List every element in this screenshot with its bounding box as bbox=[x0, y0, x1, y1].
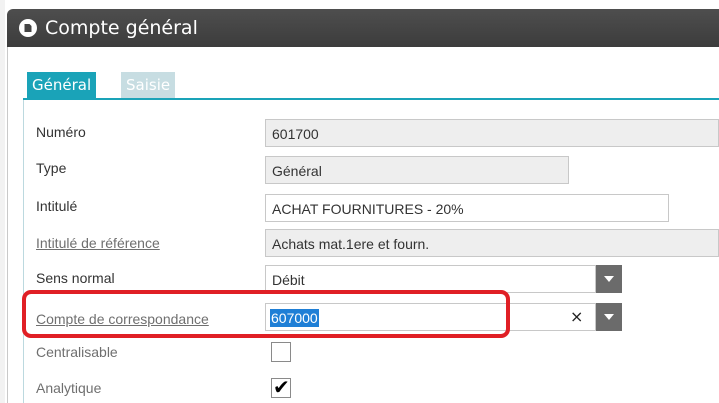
tab-saisie[interactable]: Saisie bbox=[121, 72, 176, 98]
intitule-reference-field[interactable]: Achats mat.1ere et fourn. bbox=[265, 229, 719, 257]
left-gutter bbox=[0, 0, 5, 403]
numero-label: Numéro bbox=[36, 124, 86, 140]
sens-normal-select[interactable]: Débit bbox=[265, 265, 596, 293]
compte-correspondance-dropdown-icon[interactable] bbox=[596, 303, 622, 331]
window-title: Compte général bbox=[45, 17, 198, 39]
red-highlight-box bbox=[22, 290, 510, 338]
analytique-checkbox[interactable]: ✔ bbox=[271, 375, 291, 399]
numero-field[interactable]: 601700 bbox=[265, 119, 719, 147]
window-titlebar: Compte général bbox=[7, 9, 719, 47]
centralisable-label: Centralisable bbox=[36, 344, 118, 360]
intitule-reference-link[interactable]: Intitulé de référence bbox=[36, 235, 160, 251]
check-icon: ✔ bbox=[273, 375, 290, 399]
intitule-field[interactable]: ACHAT FOURNITURES - 20% bbox=[265, 194, 669, 222]
clear-icon[interactable]: × bbox=[570, 307, 583, 326]
analytique-label: Analytique bbox=[36, 380, 102, 396]
type-field[interactable]: Général bbox=[265, 156, 569, 184]
sens-normal-label: Sens normal bbox=[36, 270, 115, 286]
centralisable-checkbox[interactable] bbox=[271, 342, 291, 362]
intitule-label: Intitulé bbox=[36, 198, 78, 214]
tab-general[interactable]: Général bbox=[27, 72, 97, 98]
circle-document-icon bbox=[19, 19, 37, 37]
type-label: Type bbox=[36, 160, 67, 176]
sens-normal-dropdown-icon[interactable] bbox=[596, 265, 622, 293]
